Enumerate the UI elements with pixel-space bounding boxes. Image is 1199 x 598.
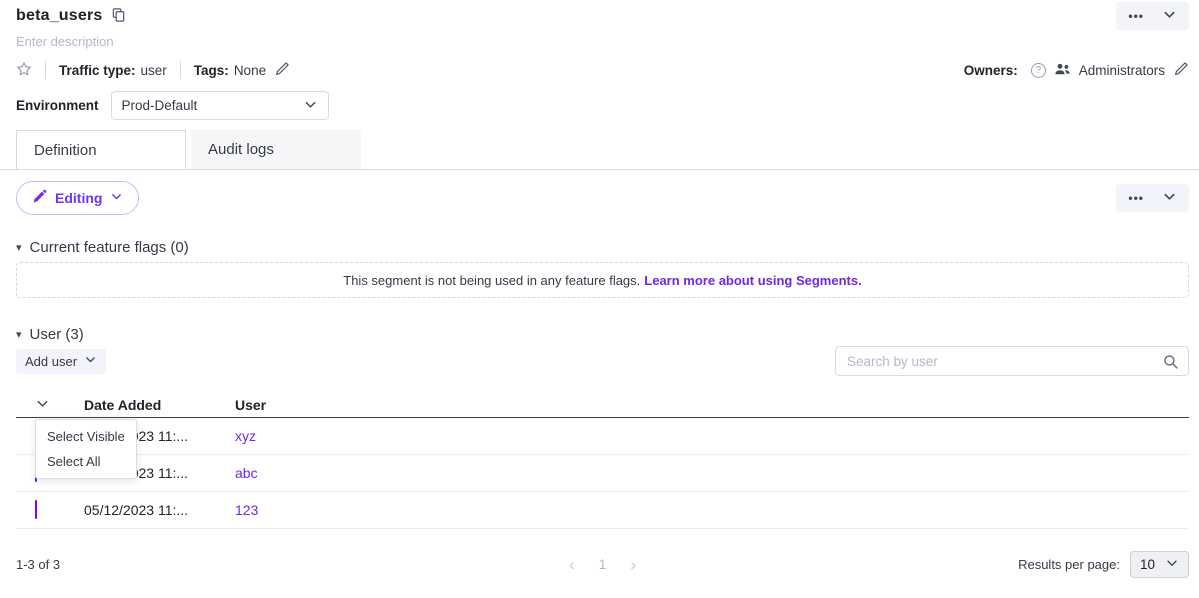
select-menu-button[interactable]	[35, 396, 55, 414]
traffic-type-value: user	[141, 63, 167, 78]
results-range: 1-3 of 3	[16, 557, 569, 572]
segment-detail-page: beta_users ••• Enter description Traffic…	[0, 0, 1199, 598]
meta-row: Traffic type: user Tags: None Owners: ? …	[16, 61, 1189, 79]
user-link[interactable]: xyz	[235, 428, 256, 444]
tab-definition-label: Definition	[34, 142, 97, 159]
users-table-header: Date Added User	[16, 392, 1189, 418]
chevron-down-icon	[35, 396, 50, 414]
feature-flags-empty-state: This segment is not being used in any fe…	[16, 262, 1189, 298]
table-footer: 1-3 of 3 ‹ 1 › Results per page: 10	[16, 549, 1189, 579]
pagination: ‹ 1 ›	[569, 556, 636, 573]
feature-flags-section-header[interactable]: ▾ Current feature flags (0)	[16, 239, 1189, 256]
table-row: 05/12/2023 11:... abc	[16, 455, 1189, 492]
menu-item-select-all[interactable]: Select All	[36, 449, 136, 474]
prev-page-button[interactable]: ‹	[569, 556, 575, 573]
collapse-triangle-icon: ▾	[16, 328, 22, 341]
tab-audit-logs[interactable]: Audit logs	[191, 130, 361, 169]
tab-audit-logs-label: Audit logs	[208, 141, 274, 158]
people-icon	[1054, 62, 1071, 79]
title-row: beta_users •••	[16, 5, 1189, 27]
chevron-down-icon	[110, 190, 123, 206]
empty-message: This segment is not being used in any fe…	[343, 273, 640, 288]
more-options-button[interactable]: •••	[1128, 10, 1144, 22]
users-table: Date Added User 05/12/2023 11:... xyz 05…	[16, 392, 1189, 529]
search-input[interactable]	[835, 346, 1189, 376]
environment-selected-value: Prod-Default	[122, 98, 303, 113]
editing-mode-button[interactable]: Editing	[16, 181, 139, 215]
divider	[45, 61, 46, 79]
collapse-header-button[interactable]	[1162, 7, 1177, 25]
collapse-triangle-icon: ▾	[16, 241, 22, 254]
date-added-cell: 05/12/2023 11:...	[84, 502, 235, 518]
environment-select[interactable]: Prod-Default	[111, 91, 329, 120]
column-header-user: User	[235, 397, 1189, 413]
results-per-page-value: 10	[1140, 557, 1155, 572]
description-placeholder[interactable]: Enter description	[16, 34, 1189, 49]
collapse-toolbar-button[interactable]	[1162, 189, 1177, 207]
edit-owners-button[interactable]	[1173, 61, 1189, 80]
page-header: beta_users ••• Enter description Traffic…	[0, 0, 1199, 120]
page-number[interactable]: 1	[599, 556, 607, 572]
owners-group: Owners: ? Administrators	[964, 61, 1189, 80]
copy-icon	[111, 7, 126, 26]
users-section-title: User (3)	[30, 326, 84, 343]
chevron-down-icon	[84, 353, 97, 369]
edit-tags-button[interactable]	[274, 61, 290, 80]
results-per-page: Results per page: 10	[636, 551, 1189, 578]
column-header-date-added: Date Added	[84, 397, 235, 413]
editing-row: Editing •••	[16, 181, 1189, 215]
tags-value: None	[234, 63, 266, 78]
user-cell: abc	[235, 465, 1189, 481]
pencil-icon	[32, 189, 47, 207]
row-checkbox[interactable]	[35, 500, 37, 519]
tags-label: Tags:	[194, 63, 229, 78]
header-actions: •••	[1116, 2, 1189, 30]
results-per-page-select[interactable]: 10	[1130, 551, 1189, 578]
table-row: 05/12/2023 11:... xyz	[16, 418, 1189, 455]
results-per-page-label: Results per page:	[1018, 557, 1120, 572]
star-icon	[16, 61, 32, 80]
traffic-type-label: Traffic type:	[59, 63, 136, 78]
users-controls-row: Add user	[16, 346, 1189, 376]
environment-label: Environment	[16, 98, 99, 113]
chevron-down-icon	[1162, 189, 1177, 207]
user-link[interactable]: abc	[235, 465, 258, 481]
tab-content: Editing ••• ▾ Current feature flags (0) …	[0, 181, 1199, 579]
user-cell: xyz	[235, 428, 1189, 444]
chevron-down-icon	[1165, 556, 1179, 573]
add-user-label: Add user	[25, 354, 77, 369]
table-row: 05/12/2023 11:... 123	[16, 492, 1189, 529]
tab-definition[interactable]: Definition	[16, 130, 186, 169]
pencil-icon	[1173, 61, 1189, 80]
segment-actions: •••	[1116, 184, 1189, 212]
owners-value: Administrators	[1079, 63, 1165, 78]
search-wrap	[835, 346, 1189, 376]
feature-flags-section-title: Current feature flags (0)	[30, 239, 189, 256]
divider	[180, 61, 181, 79]
add-user-button[interactable]: Add user	[16, 349, 106, 374]
owners-label: Owners:	[964, 63, 1018, 78]
select-dropdown-menu: Select Visible Select All	[35, 419, 137, 479]
chevron-down-icon	[1162, 7, 1177, 25]
search-icon	[1162, 353, 1179, 375]
pencil-icon	[274, 61, 290, 80]
segment-more-options-button[interactable]: •••	[1128, 192, 1144, 204]
copy-name-button[interactable]	[111, 7, 126, 26]
tabs-bar: Definition Audit logs	[0, 130, 1199, 170]
environment-row: Environment Prod-Default	[16, 91, 1189, 120]
menu-item-select-visible[interactable]: Select Visible	[36, 424, 136, 449]
page-title: beta_users	[16, 7, 103, 25]
editing-label: Editing	[55, 190, 102, 206]
help-icon[interactable]: ?	[1031, 63, 1046, 78]
user-cell: 123	[235, 502, 1189, 518]
chevron-down-icon	[303, 97, 318, 115]
learn-more-link[interactable]: Learn more about using Segments.	[644, 273, 861, 288]
favorite-star-button[interactable]	[16, 61, 32, 80]
user-link[interactable]: 123	[235, 502, 258, 518]
users-section-header[interactable]: ▾ User (3)	[16, 326, 1189, 343]
